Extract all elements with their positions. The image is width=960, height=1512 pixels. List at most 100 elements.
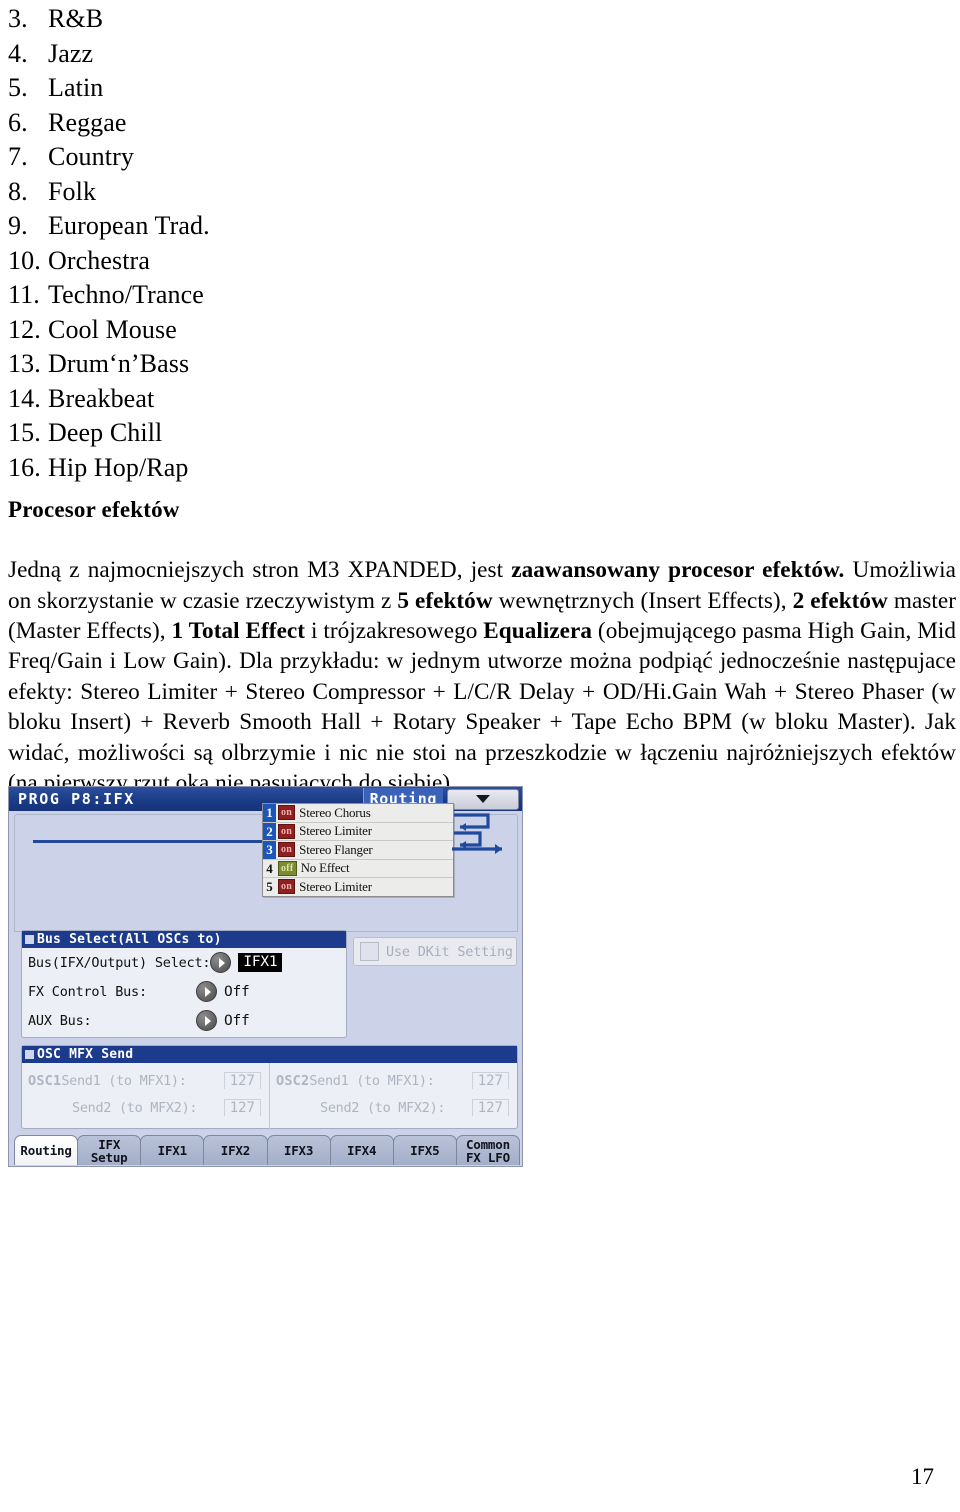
document-page: 3. R&B 4. Jazz 5. Latin 6. Reggae 7. Country … (0, 0, 960, 1512)
osc1-label: OSC1 (28, 1072, 62, 1089)
bus-row-value[interactable]: IFX1 (238, 953, 283, 972)
tab-label: Routing (20, 1143, 72, 1158)
effect-name[interactable]: Stereo Limiter (299, 879, 372, 895)
effect-name[interactable]: Stereo Chorus (299, 805, 371, 821)
effect-name[interactable]: Stereo Limiter (299, 823, 372, 839)
osc2-column: OSC2 Send1 (to MFX1): 127 Send2 (to MFX2… (269, 1063, 517, 1129)
osc-mfx-send-panel: OSC MFX Send OSC1 Send1 (to MFX1): 127 S… (21, 1045, 518, 1129)
list-item-label: Jazz (48, 38, 94, 68)
popup-arrow-icon[interactable] (210, 952, 232, 973)
list-item: 6. Reggae (8, 106, 648, 141)
popup-arrow-icon[interactable] (196, 981, 217, 1002)
par-text: i trójzakresowego (305, 618, 484, 644)
bus-row-output-select[interactable]: Bus(IFX/Output) Select: IFX1 (22, 948, 346, 977)
panel-marker-icon (25, 935, 34, 944)
effect-slot-number: 1 (263, 804, 276, 822)
tab-common-fx-lfo[interactable]: Common FX LFO (455, 1135, 520, 1165)
panel-marker-icon (25, 1050, 34, 1059)
tab-label: IFX (98, 1136, 121, 1152)
list-item: 3. R&B (8, 2, 648, 37)
osc1-send2-value[interactable]: 127 (223, 1099, 261, 1116)
list-item: 12. Cool Mouse (8, 313, 648, 348)
effect-slot-number: 3 (263, 841, 276, 859)
par-bold-equalizer: Equalizera (483, 618, 592, 644)
effect-state-badge[interactable]: on (278, 879, 296, 895)
list-item-label: Cool Mouse (48, 314, 177, 344)
bus-row-value[interactable]: Off (224, 984, 250, 1000)
osc2-send2-row[interactable]: Send2 (to MFX2): 127 (276, 1094, 513, 1121)
list-item-label: Techno/Trance (48, 280, 204, 309)
lcd-mode-title: PROG P8:IFX (18, 790, 135, 808)
bus-row-fx-control[interactable]: FX Control Bus: Off (22, 977, 346, 1006)
tab-ifx1[interactable]: IFX1 (140, 1135, 205, 1165)
body-paragraph: Jedną z najmocniejszych stron M3 XPANDED… (8, 555, 956, 798)
effect-slot-row[interactable]: 3 on Stereo Flanger (263, 841, 453, 860)
checkbox-icon[interactable] (360, 942, 379, 961)
insert-effect-slot-list: 1 on Stereo Chorus 2 on Stereo Limiter 3… (262, 803, 454, 897)
list-item: 11. Techno/Trance (8, 278, 648, 313)
tab-label-line2: FX LFO (465, 1149, 510, 1165)
osc2-send2-label: Send2 (to MFX2): (320, 1099, 446, 1116)
par-text: wewnętrznych (Insert Effects), (492, 587, 793, 614)
list-item: 9. European Trad. (8, 209, 648, 244)
chevron-down-icon (476, 795, 490, 803)
effect-state-badge[interactable]: off (278, 860, 297, 876)
effect-slot-number: 4 (266, 860, 273, 876)
tab-ifx2[interactable]: IFX2 (203, 1135, 268, 1165)
par-bold-total-effect: 1 Total Effect (171, 618, 306, 644)
effect-state-badge[interactable]: on (278, 823, 296, 839)
list-item: 13. Drum‘n’Bass (8, 347, 648, 382)
par-text: (obejmującego pasma High Gain, Mid Freq/… (8, 618, 957, 797)
effect-name[interactable]: Stereo Flanger (299, 842, 373, 858)
list-item-label: Breakbeat (48, 383, 155, 413)
effect-state-badge[interactable]: on (278, 805, 296, 821)
bus-row-aux[interactable]: AUX Bus: Off (22, 1006, 346, 1035)
tab-ifx5[interactable]: IFX5 (392, 1135, 457, 1165)
list-item-label: Orchestra (48, 245, 150, 275)
section-heading: Procesor efektów (8, 497, 180, 522)
list-item-number: 5. (8, 73, 28, 102)
list-item-number: 15. (8, 418, 41, 447)
bus-select-panel: Bus Select(All OSCs to) Bus(IFX/Output) … (21, 930, 347, 1038)
popup-arrow-icon[interactable] (196, 1010, 217, 1031)
osc2-send1-value[interactable]: 127 (471, 1072, 509, 1089)
osc1-send2-row[interactable]: Send2 (to MFX2): 127 (28, 1094, 265, 1121)
osc2-send1-row[interactable]: OSC2 Send1 (to MFX1): 127 (276, 1067, 513, 1094)
osc1-send1-row[interactable]: OSC1 Send1 (to MFX1): 127 (28, 1067, 265, 1094)
tab-ifx3[interactable]: IFX3 (266, 1135, 331, 1165)
list-item-number: 3. (8, 4, 28, 33)
tab-ifx4[interactable]: IFX4 (329, 1135, 394, 1165)
tab-label-line2: Setup (90, 1149, 128, 1165)
effect-slot-row[interactable]: 2 on Stereo Limiter (263, 822, 453, 841)
bus-row-value[interactable]: Off (224, 1013, 250, 1029)
tab-label: IFX3 (283, 1143, 314, 1158)
effect-slot-row[interactable]: 4 off No Effect (263, 860, 453, 878)
list-item-number: 7. (8, 142, 28, 171)
par-bold-advanced-processor: zaawansowany procesor efektów. (511, 557, 845, 584)
list-item-label: Hip Hop/Rap (48, 452, 189, 482)
list-item: 5. Latin (8, 71, 648, 106)
effect-slot-row[interactable]: 1 on Stereo Chorus (263, 804, 453, 823)
osc1-column: OSC1 Send1 (to MFX1): 127 Send2 (to MFX2… (22, 1063, 269, 1129)
osc1-send1-value[interactable]: 127 (223, 1072, 261, 1089)
tab-routing[interactable]: Routing (14, 1135, 79, 1165)
bus-row-control: Off (196, 1010, 346, 1031)
list-item-number: 9. (8, 211, 28, 240)
effect-slot-row[interactable]: 5 on Stereo Limiter (263, 878, 453, 896)
tab-ifx-setup[interactable]: IFX Setup (77, 1135, 142, 1165)
osc-mfx-send-body: OSC1 Send1 (to MFX1): 127 Send2 (to MFX2… (22, 1063, 517, 1129)
tab-label: Common (465, 1136, 510, 1152)
effect-name[interactable]: No Effect (301, 860, 350, 876)
use-dkit-setting-checkbox[interactable]: Use DKit Setting (353, 937, 517, 966)
bus-row-control: IFX1 (210, 952, 346, 973)
lcd-tab-bar: Routing IFX Setup IFX1 IFX2 IFX3 IFX4 IF… (14, 1133, 520, 1165)
par-bold-5-effects: 5 efektów (397, 587, 493, 614)
osc-mfx-send-title: OSC MFX Send (37, 1047, 134, 1062)
osc1-send2-label: Send2 (to MFX2): (72, 1099, 198, 1116)
routing-loopback-arrows (452, 813, 502, 854)
list-item-number: 4. (8, 38, 28, 68)
osc2-send2-value[interactable]: 127 (471, 1099, 509, 1116)
effect-state-badge[interactable]: on (278, 842, 296, 858)
bus-select-title: Bus Select(All OSCs to) (37, 932, 222, 947)
bus-select-panel-header: Bus Select(All OSCs to) (22, 931, 346, 948)
